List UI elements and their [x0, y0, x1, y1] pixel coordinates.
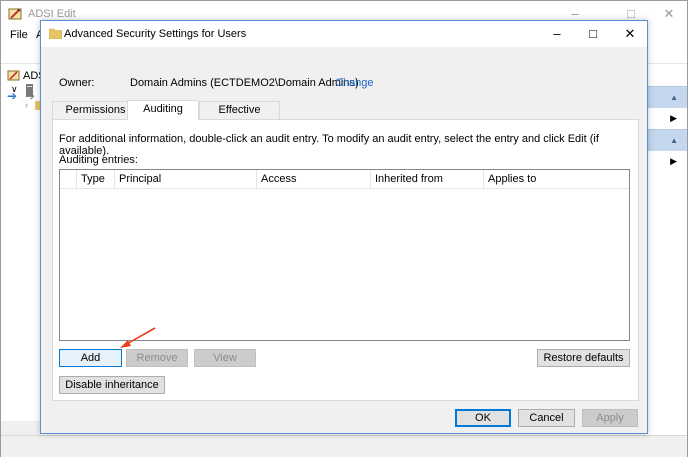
tab-effective-access[interactable]: Effective Access: [199, 101, 280, 133]
tree-expand-icon[interactable]: ∨: [11, 84, 18, 95]
change-owner-link[interactable]: Change: [335, 77, 374, 89]
adsi-root-icon: [7, 70, 20, 81]
more-actions-icon[interactable]: ▶: [670, 156, 677, 167]
ok-button[interactable]: OK: [455, 409, 511, 427]
tree-collapse-icon[interactable]: ›: [25, 100, 28, 110]
column-header-type[interactable]: Type: [77, 170, 115, 189]
column-header-inherited-from[interactable]: Inherited from: [371, 170, 484, 189]
actions-pane: ▲ ▶ ▲ ▶: [647, 65, 687, 435]
close-icon[interactable]: ✕: [615, 24, 645, 44]
adsi-edit-title: ADSI Edit: [28, 8, 76, 20]
list-header: Type Principal Access Inherited from App…: [60, 170, 629, 189]
tab-auditing[interactable]: Auditing: [127, 100, 199, 120]
auditing-entries-list[interactable]: Type Principal Access Inherited from App…: [59, 169, 630, 341]
server-icon: [26, 84, 33, 96]
disable-inheritance-button[interactable]: Disable inheritance: [59, 376, 165, 394]
dialog-title: Advanced Security Settings for Users: [64, 28, 247, 40]
column-header-icon[interactable]: [60, 170, 77, 189]
column-header-principal[interactable]: Principal: [115, 170, 257, 189]
apply-button[interactable]: Apply: [582, 409, 638, 427]
dialog-titlebar: Advanced Security Settings for Users – □…: [41, 21, 647, 47]
status-bar: [1, 435, 687, 457]
collapse-up-icon: ▲: [670, 93, 678, 102]
minimize-icon[interactable]: –: [542, 24, 572, 44]
restore-defaults-button[interactable]: Restore defaults: [537, 349, 630, 367]
more-actions-icon[interactable]: ▶: [670, 113, 677, 124]
remove-button[interactable]: Remove: [126, 349, 188, 367]
advanced-security-settings-dialog: Advanced Security Settings for Users – □…: [40, 20, 648, 434]
actions-header-2[interactable]: ▲: [647, 129, 687, 151]
tab-permissions[interactable]: Permissions: [52, 101, 139, 120]
cancel-button[interactable]: Cancel: [518, 409, 575, 427]
horizontal-scrollbar[interactable]: [1, 421, 41, 435]
annotation-arrow-icon: [120, 327, 156, 348]
add-button[interactable]: Add: [59, 349, 122, 367]
collapse-up-icon: ▲: [670, 136, 678, 145]
adsi-edit-app-icon: [8, 8, 22, 20]
maximize-icon[interactable]: □: [578, 24, 608, 44]
menu-file[interactable]: File: [10, 29, 28, 41]
column-header-applies-to[interactable]: Applies to: [484, 170, 629, 189]
owner-label: Owner:: [59, 77, 95, 89]
close-icon[interactable]: ✕: [654, 4, 684, 24]
view-button[interactable]: View: [194, 349, 256, 367]
folder-icon: [49, 28, 62, 39]
owner-value: Domain Admins (ECTDEMO2\Domain Admins): [130, 77, 359, 89]
column-header-access[interactable]: Access: [257, 170, 371, 189]
adsi-tree-pane: ADS ∨ ›: [1, 65, 46, 435]
auditing-entries-label: Auditing entries:: [59, 154, 138, 166]
actions-header-1[interactable]: ▲: [647, 86, 687, 108]
auditing-info-text: For additional information, double-click…: [59, 133, 599, 157]
